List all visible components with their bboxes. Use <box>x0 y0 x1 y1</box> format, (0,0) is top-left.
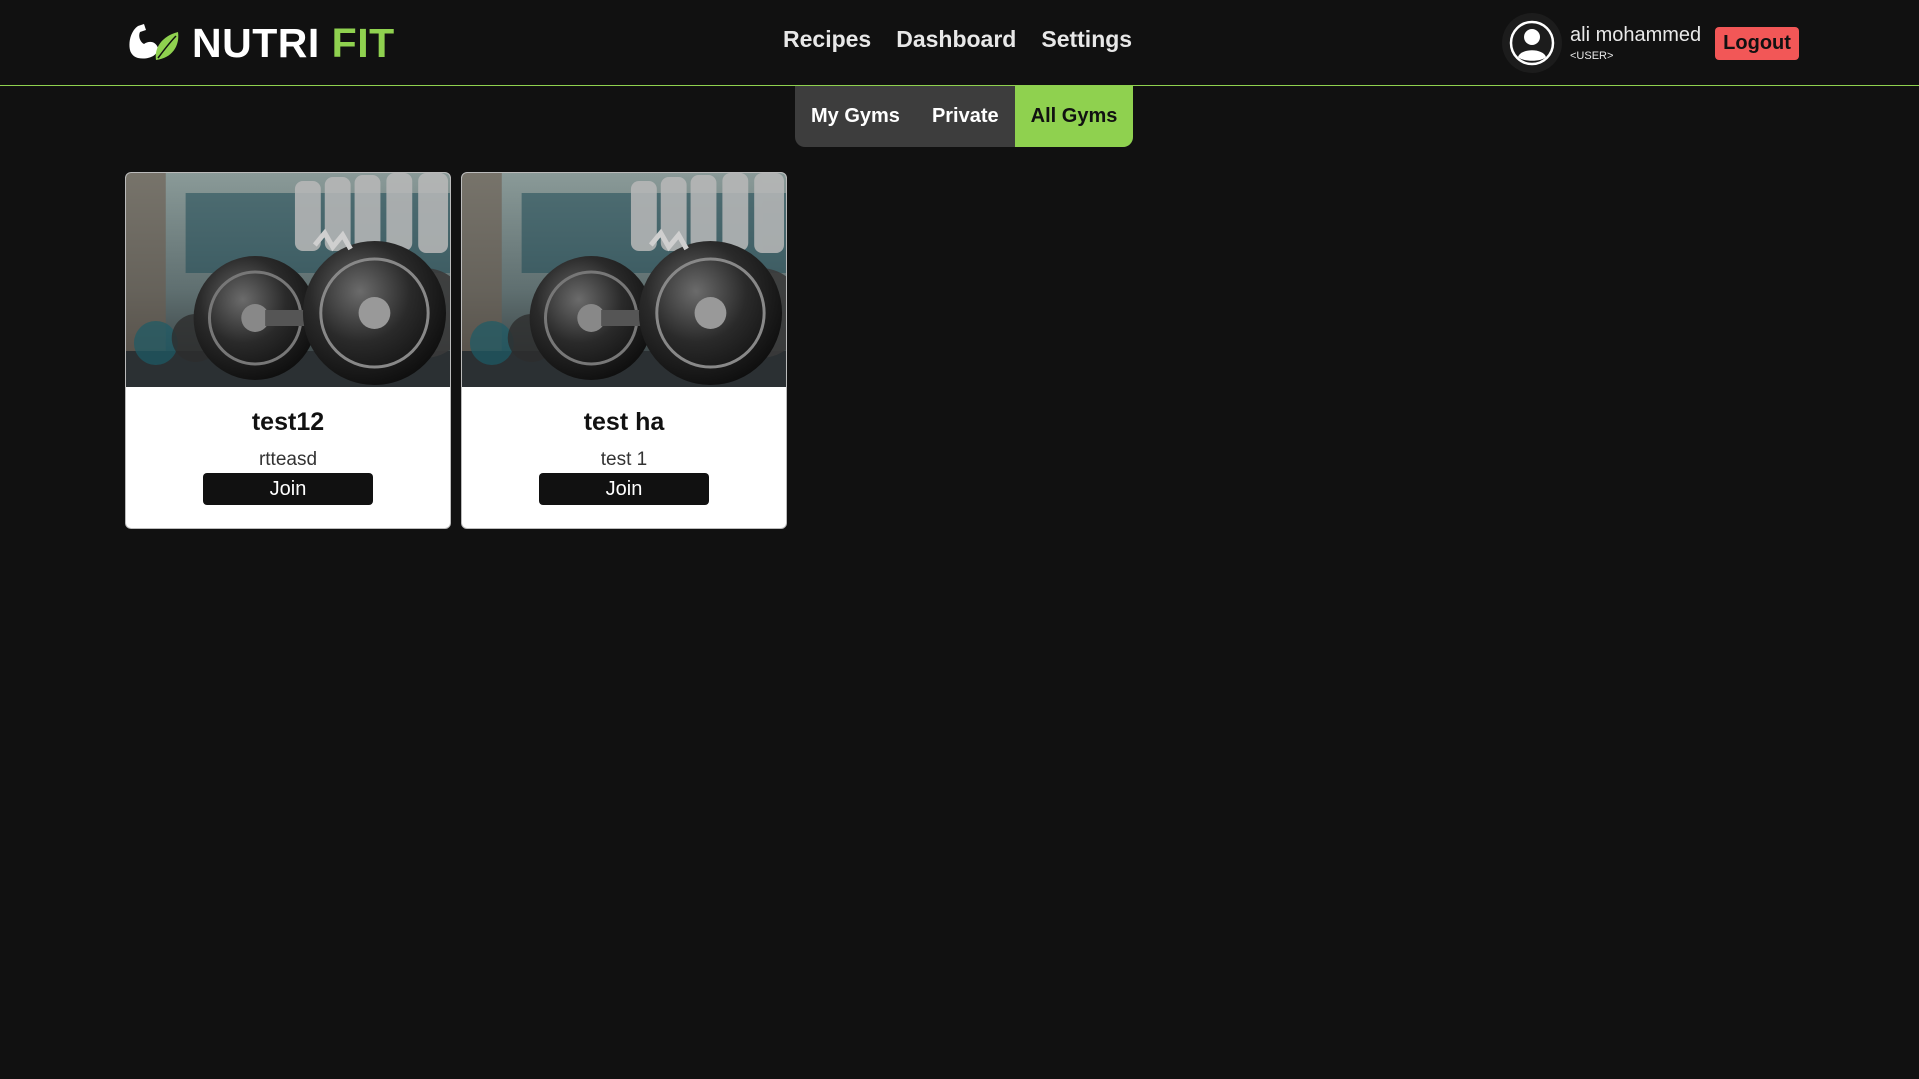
tab-private[interactable]: Private <box>916 86 1015 147</box>
brand-name: NUTRI FIT <box>192 20 395 67</box>
join-button[interactable]: Join <box>539 473 709 505</box>
gym-card-list: test12 rtteasd Join test ha test 1 Join <box>125 172 787 529</box>
user-avatar-icon[interactable] <box>1502 13 1562 73</box>
tab-all-gyms[interactable]: All Gyms <box>1014 86 1134 147</box>
gym-card: test12 rtteasd Join <box>125 172 451 529</box>
tab-my-gyms[interactable]: My Gyms <box>795 86 916 147</box>
gym-description: test 1 <box>600 449 648 470</box>
gym-image <box>126 173 450 387</box>
flexed-arm-leaf-icon <box>126 20 182 67</box>
brand-name-part2: FIT <box>331 19 395 66</box>
top-navbar: NUTRI FIT Recipes Dashboard Settings ali… <box>0 0 1919 86</box>
join-button[interactable]: Join <box>203 473 373 505</box>
gym-title: test12 <box>251 408 325 436</box>
user-role: <USER> <box>1570 50 1614 62</box>
gym-card: test ha test 1 Join <box>461 172 787 529</box>
gym-description: rtteasd <box>258 449 318 470</box>
logout-button[interactable]: Logout <box>1715 26 1799 60</box>
gym-filter-tabs: My Gyms Private All Gyms <box>795 86 1134 147</box>
gym-card-body: test ha test 1 Join <box>462 408 786 505</box>
gym-image <box>462 173 786 387</box>
user-info: ali mohammed <USER> <box>1570 24 1701 62</box>
main-nav: Recipes Dashboard Settings <box>783 26 1132 53</box>
nav-settings[interactable]: Settings <box>1041 26 1132 53</box>
brand-name-part1: NUTRI <box>192 19 320 66</box>
gym-card-body: test12 rtteasd Join <box>126 408 450 505</box>
gym-title: test ha <box>583 408 665 436</box>
brand-logo[interactable]: NUTRI FIT <box>126 20 395 66</box>
nav-dashboard[interactable]: Dashboard <box>896 26 1016 53</box>
nav-recipes[interactable]: Recipes <box>783 26 871 53</box>
user-menu: ali mohammed <USER> Logout <box>1502 13 1799 73</box>
user-name: ali mohammed <box>1570 24 1702 46</box>
